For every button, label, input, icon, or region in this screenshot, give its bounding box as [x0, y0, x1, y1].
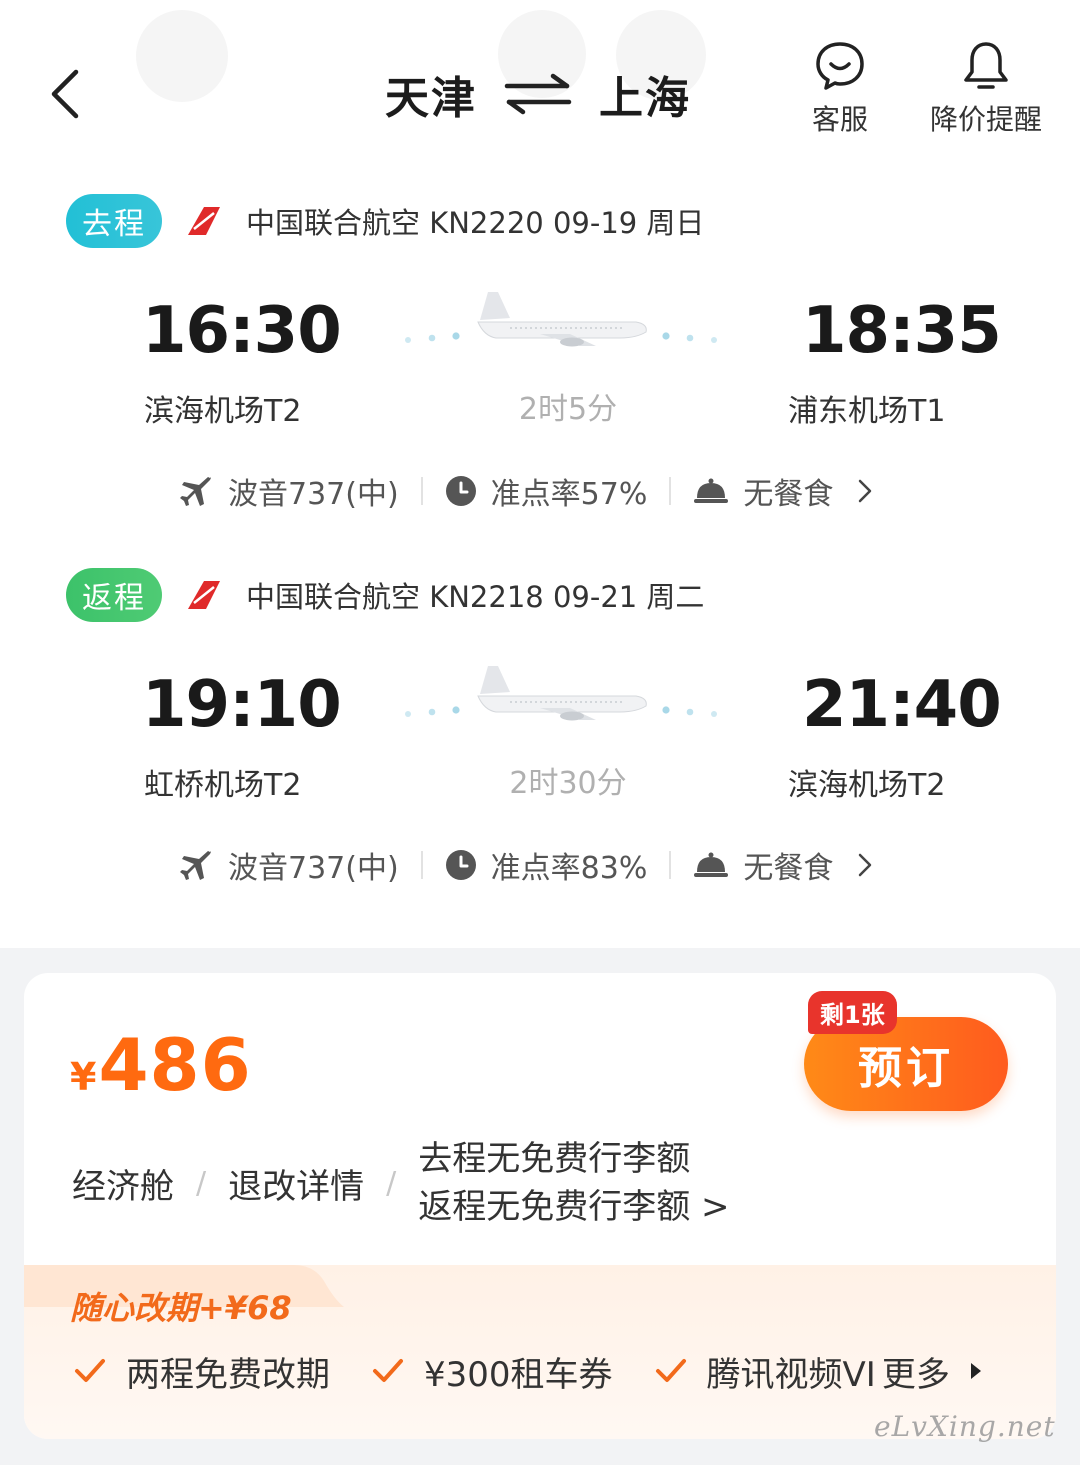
cabin-class: 经济舱: [72, 1166, 174, 1207]
chevron-right-icon: [859, 853, 872, 877]
chat-bubble-icon: [816, 42, 864, 90]
customer-service-label: 客服: [811, 103, 868, 136]
departure-time: 16:30: [142, 294, 342, 368]
meal-info: 无餐食: [693, 469, 833, 513]
top-bar: 天津 上海 客服 降价提醒: [0, 0, 1080, 160]
airplane-icon: [405, 292, 717, 347]
flight-details[interactable]: 波音737(中) 准点率83% 无餐食: [180, 840, 873, 890]
baggage-return: 返程无免费行李额 >: [418, 1187, 730, 1227]
outbound-segment[interactable]: 去程 中国联合航空 KN2220 09-19 周日 16:30 滨海机场T2 2…: [0, 194, 1080, 554]
baggage-outbound: 去程无免费行李额: [418, 1139, 691, 1179]
plane-icon: [180, 477, 211, 506]
divider: [420, 477, 423, 505]
benefit-label: 两程免费改期: [126, 1354, 330, 1395]
promo-benefits: 两程免费改期 ¥300租车券 腾讯视频VI 更多: [74, 1341, 982, 1401]
benefit-label: ¥300租车券: [424, 1354, 613, 1395]
customer-service-button[interactable]: 客服: [806, 40, 874, 138]
clock-icon: [445, 476, 476, 506]
divider: [669, 851, 672, 879]
benefit-item: 腾讯视频VI: [655, 1347, 876, 1396]
meal-label: 无餐食: [743, 477, 834, 512]
meal-cloche-icon: [694, 852, 729, 877]
meal-label: 无餐食: [743, 851, 834, 886]
clock-icon: [445, 850, 476, 880]
return-tag: 返程: [66, 568, 162, 622]
flight-path: [400, 664, 725, 734]
fare-rules: 经济舱 / 退改详情 / 去程无免费行李额 返程无免费行李额 >: [72, 1133, 730, 1233]
benefit-item: ¥300租车券: [372, 1347, 613, 1396]
meal-cloche-icon: [694, 478, 729, 503]
flight-info: 中国联合航空 KN2218 09-21 周二: [246, 580, 705, 614]
check-icon: [75, 1359, 105, 1382]
price-alert-label: 降价提醒: [929, 103, 1042, 136]
price-value: 486: [98, 1023, 252, 1107]
more-label: 更多: [881, 1354, 950, 1395]
separator: /: [386, 1165, 397, 1201]
airline-logo-icon: [188, 207, 220, 235]
separator: /: [196, 1165, 207, 1201]
check-icon: [655, 1359, 686, 1382]
departure-time: 19:10: [142, 668, 342, 742]
on-time-rate: 准点率57%: [445, 469, 648, 513]
divider: [420, 851, 423, 879]
currency-symbol: ¥: [70, 1055, 97, 1099]
swap-icon[interactable]: [503, 72, 573, 116]
aircraft-type: 波音737(中): [180, 469, 399, 513]
refund-details-link[interactable]: 退改详情: [228, 1159, 364, 1208]
flight-path: [400, 290, 725, 360]
aircraft-label: 波音737(中): [228, 477, 399, 512]
airplane-icon: [405, 666, 717, 721]
route-title: 天津 上海: [385, 62, 691, 126]
divider: [669, 477, 672, 505]
on-time-label: 准点率83%: [490, 851, 648, 886]
watermark: eLvXing.net: [874, 1410, 1056, 1443]
price-alert-button[interactable]: 降价提醒: [924, 40, 1048, 138]
arrival-airport: 浦东机场T1: [788, 394, 946, 429]
book-area: 剩1张 预订: [804, 991, 1010, 1113]
arrival-time: 18:35: [802, 294, 1002, 368]
outbound-tag: 去程: [66, 194, 162, 248]
triangle-right-icon: [970, 1363, 981, 1379]
segment-header: 去程 中国联合航空 KN2220 09-19 周日: [66, 194, 704, 248]
flight-details[interactable]: 波音737(中) 准点率57% 无餐食: [180, 466, 873, 516]
departure-airport: 虹桥机场T2: [144, 768, 302, 803]
aircraft-label: 波音737(中): [228, 851, 399, 886]
flight-info: 中国联合航空 KN2220 09-19 周日: [246, 206, 705, 240]
to-city: 上海: [599, 73, 691, 124]
meal-info: 无餐食: [693, 843, 833, 887]
benefit-item: 两程免费改期: [74, 1347, 330, 1396]
flight-duration: 2时30分: [509, 766, 627, 801]
baggage-info[interactable]: 去程无免费行李额 返程无免费行李额 >: [418, 1135, 729, 1231]
promo-title: 随心改期+¥68: [70, 1289, 292, 1327]
flight-duration: 2时5分: [518, 392, 618, 427]
fare-price: ¥ 486: [70, 1023, 252, 1107]
from-city: 天津: [385, 73, 477, 124]
departure-airport: 滨海机场T2: [144, 394, 302, 429]
chevron-right-icon: [859, 479, 872, 503]
check-icon: [373, 1359, 403, 1382]
more-benefits-link[interactable]: 更多: [882, 1347, 982, 1396]
fare-card: ¥ 486 剩1张 预订 经济舱 / 退改详情 / 去程无免费行李额 返程无免费…: [24, 973, 1056, 1439]
back-button[interactable]: [40, 62, 100, 126]
on-time-rate: 准点率83%: [445, 843, 648, 887]
benefit-label: 腾讯视频VI: [706, 1354, 876, 1395]
return-segment[interactable]: 返程 中国联合航空 KN2218 09-21 周二 19:10 虹桥机场T2 2…: [0, 568, 1080, 928]
on-time-label: 准点率57%: [490, 477, 648, 512]
arrival-time: 21:40: [802, 668, 1002, 742]
arrival-airport: 滨海机场T2: [788, 768, 946, 803]
bell-icon: [964, 42, 1008, 89]
aircraft-type: 波音737(中): [180, 843, 399, 887]
plane-icon: [180, 851, 211, 880]
airline-logo-icon: [188, 581, 220, 609]
chevron-left-icon: [51, 69, 79, 119]
remaining-seats-badge: 剩1张: [808, 991, 897, 1034]
segment-header: 返程 中国联合航空 KN2218 09-21 周二: [66, 568, 704, 622]
